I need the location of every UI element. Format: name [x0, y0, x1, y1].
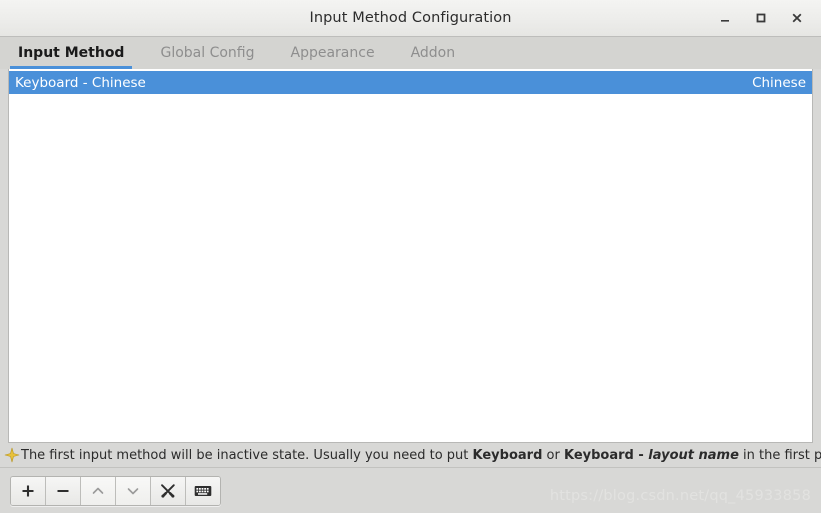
minimize-icon — [718, 11, 732, 25]
window-controls — [707, 0, 815, 36]
input-method-configuration-window: Input Method Configuration Input Method — [0, 0, 821, 513]
chevron-up-icon — [90, 483, 106, 499]
tab-bar: Input Method Global Config Appearance Ad… — [0, 37, 821, 69]
close-button[interactable] — [779, 3, 815, 33]
tools-icon — [159, 482, 177, 500]
tab-global-config[interactable]: Global Config — [142, 37, 272, 69]
close-icon — [790, 11, 804, 25]
hint-part-3: in the first place. — [743, 447, 821, 463]
hint-bar: The first input method will be inactive … — [0, 443, 821, 467]
maximize-icon — [754, 11, 768, 25]
add-button[interactable] — [11, 476, 46, 505]
chevron-down-icon — [125, 483, 141, 499]
remove-button[interactable] — [46, 476, 81, 505]
hint-part-2: or — [542, 447, 564, 463]
titlebar: Input Method Configuration — [0, 0, 821, 37]
window-title: Input Method Configuration — [309, 10, 512, 26]
hint-text: The first input method will be inactive … — [21, 448, 821, 463]
plus-icon — [20, 483, 36, 499]
hint-part-1: The first input method will be inactive … — [21, 447, 473, 463]
move-up-button[interactable] — [81, 476, 116, 505]
tab-label: Addon — [410, 45, 456, 61]
input-method-list[interactable]: Keyboard - Chinese Chinese — [8, 69, 813, 443]
tab-label: Appearance — [290, 45, 375, 61]
hint-bold-keyboard: Keyboard — [472, 447, 543, 463]
tab-appearance[interactable]: Appearance — [273, 37, 393, 69]
watermark: https://blog.csdn.net/qq_45933858 — [549, 488, 811, 504]
tab-addon[interactable]: Addon — [393, 37, 474, 69]
input-method-list-body: Keyboard - Chinese Chinese — [9, 69, 812, 442]
input-method-name: Keyboard - Chinese — [15, 74, 146, 91]
tab-label: Global Config — [160, 45, 255, 61]
input-method-language: Chinese — [752, 74, 806, 91]
tab-input-method[interactable]: Input Method — [0, 37, 142, 69]
tab-label: Input Method — [18, 45, 125, 61]
star-icon — [4, 447, 20, 463]
hint-italic-layout-name: layout name — [648, 447, 739, 463]
keyboard-icon — [194, 484, 212, 498]
minimize-button[interactable] — [707, 3, 743, 33]
move-down-button[interactable] — [116, 476, 151, 505]
minus-icon — [55, 483, 71, 499]
table-row[interactable]: Keyboard - Chinese Chinese — [9, 71, 812, 94]
maximize-button[interactable] — [743, 3, 779, 33]
hint-bold-keyboard-layout: Keyboard - — [563, 447, 649, 463]
toolbar-button-group — [10, 475, 221, 506]
configure-button[interactable] — [151, 476, 186, 505]
bottom-toolbar: https://blog.csdn.net/qq_45933858 — [0, 467, 821, 513]
keyboard-layout-button[interactable] — [186, 476, 220, 505]
